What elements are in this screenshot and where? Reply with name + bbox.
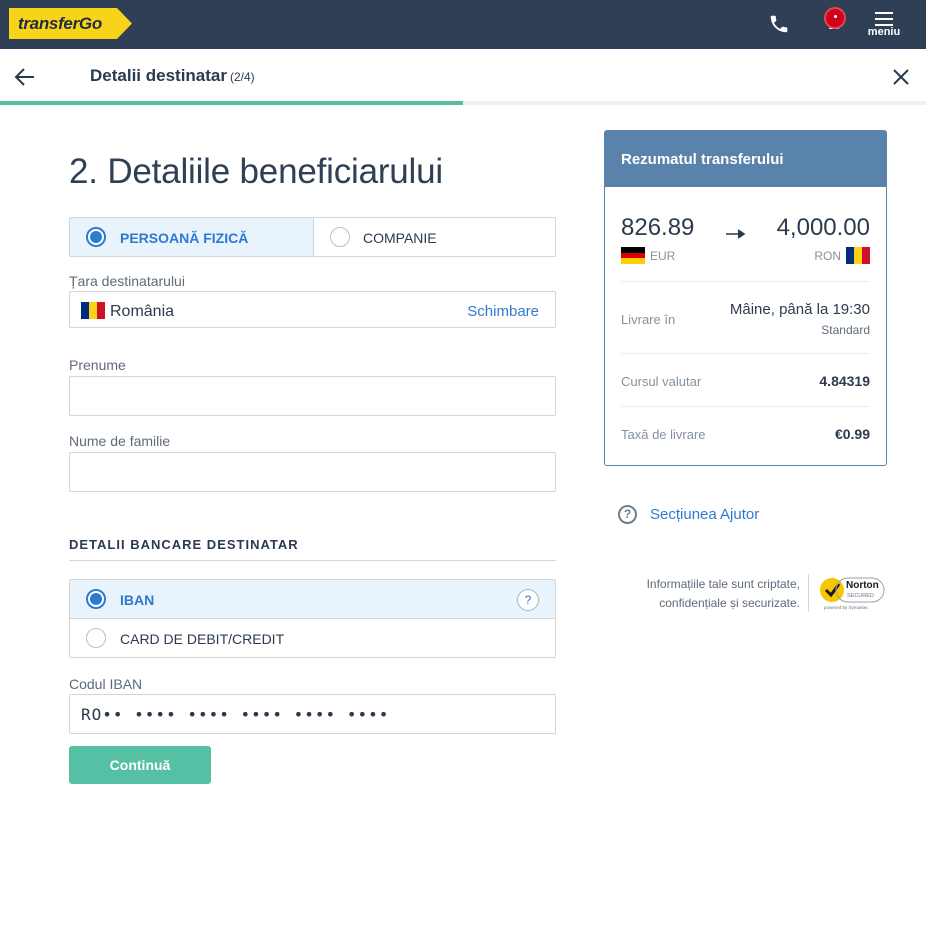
iban-placeholder: RO•• •••• •••• •••• •••• ••••	[81, 705, 390, 724]
option-persoana-fizica-label: PERSOANĂ FIZICĂ	[120, 230, 249, 246]
romania-flag-small-icon	[846, 247, 870, 264]
delivery-value: Mâine, până la 19:30	[729, 301, 870, 318]
step-title-text: Detalii destinatar	[90, 66, 227, 85]
bank-method-selector: IBAN ? CARD DE DEBIT/CREDIT	[69, 579, 556, 658]
option-card-label: CARD DE DEBIT/CREDIT	[120, 631, 285, 647]
continue-button[interactable]: Continuă	[69, 746, 211, 784]
radio-companie[interactable]	[330, 227, 350, 247]
top-bar: transferGo meniu	[0, 0, 926, 49]
phone-icon[interactable]	[768, 13, 790, 35]
page-title: 2. Detaliile beneficiarului	[69, 152, 443, 191]
option-companie-label: COMPANIE	[363, 230, 437, 246]
security-note-line1: Informațiile tale sunt criptate,	[646, 577, 800, 591]
security-note: Informațiile tale sunt criptate, confide…	[610, 575, 800, 613]
summary-divider	[621, 281, 870, 282]
hamburger-icon	[875, 12, 893, 26]
norton-sub: SECURED	[847, 593, 874, 599]
radio-iban[interactable]	[86, 589, 106, 609]
iban-help-icon[interactable]: ?	[517, 589, 539, 611]
last-name-input[interactable]	[69, 452, 556, 492]
receive-currency: RON	[814, 249, 841, 263]
security-note-line2: confidențiale și securizate.	[659, 596, 800, 610]
option-persoana-fizica[interactable]: PERSOANĂ FIZICĂ	[70, 218, 313, 256]
transfergo-logo[interactable]: transferGo	[9, 8, 132, 39]
rate-value: 4.84319	[819, 373, 870, 389]
logo-text: transferGo	[18, 14, 102, 33]
beneficiary-type-toggle: PERSOANĂ FIZICĂ COMPANIE	[69, 217, 556, 257]
arrow-right-icon	[726, 229, 746, 239]
country-label: Țara destinatarului	[69, 273, 185, 289]
step-title: Detalii destinatar (2/4)	[90, 66, 255, 86]
norton-powered: powered by Symantec	[824, 605, 869, 610]
send-amount: 826.89	[621, 214, 695, 241]
norton-name: Norton	[846, 580, 879, 591]
fee-value: €0.99	[834, 426, 870, 442]
menu-label: meniu	[867, 26, 901, 38]
germany-flag-stripes	[621, 247, 645, 265]
help-icon[interactable]: ?	[618, 505, 637, 524]
delivery-type: Standard	[821, 323, 870, 337]
receive-amount: 4,000.00	[776, 214, 870, 241]
radio-persoana-fizica[interactable]	[86, 227, 106, 247]
country-field[interactable]: România Schimbare	[69, 291, 556, 328]
iban-label: Codul IBAN	[69, 676, 143, 692]
notification-badge[interactable]	[824, 7, 846, 29]
country-value: România	[110, 303, 175, 320]
section-divider	[69, 560, 556, 561]
norton-secured-badge: Norton SECURED powered by Symantec	[820, 577, 885, 610]
progress-fill	[0, 101, 463, 105]
step-header: Detalii destinatar (2/4)	[0, 49, 926, 104]
fee-label: Taxă de livrare	[621, 427, 706, 442]
iban-input[interactable]: RO•• •••• •••• •••• •••• ••••	[69, 694, 556, 734]
option-iban[interactable]: IBAN ?	[70, 580, 555, 619]
romania-flag-icon	[81, 302, 105, 319]
close-icon[interactable]	[892, 68, 910, 86]
security-divider	[808, 574, 809, 612]
send-currency: EUR	[650, 249, 676, 263]
change-country-link[interactable]: Schimbare	[467, 303, 539, 320]
summary-title: Rezumatul transferului	[621, 151, 784, 168]
summary-divider	[621, 353, 870, 354]
help-section-link[interactable]: Secțiunea Ajutor	[650, 506, 759, 523]
radio-card[interactable]	[86, 628, 106, 648]
step-count: (2/4)	[230, 70, 255, 84]
option-iban-label: IBAN	[120, 592, 155, 608]
option-companie[interactable]: COMPANIE	[313, 218, 555, 256]
delivery-label: Livrare în	[621, 312, 676, 327]
first-name-label: Prenume	[69, 357, 126, 373]
last-name-label: Nume de familie	[69, 433, 171, 449]
menu-button[interactable]: meniu	[862, 10, 906, 42]
back-arrow-icon[interactable]	[14, 67, 36, 87]
option-card[interactable]: CARD DE DEBIT/CREDIT	[70, 619, 555, 658]
summary-header: Rezumatul transferului	[605, 131, 886, 187]
bank-details-heading: DETALII BANCARE DESTINATAR	[69, 537, 299, 552]
summary-divider	[621, 406, 870, 407]
rate-label: Cursul valutar	[621, 374, 702, 389]
first-name-input[interactable]	[69, 376, 556, 416]
transfer-summary: Rezumatul transferului 826.89 4,000.00 E…	[604, 130, 887, 466]
